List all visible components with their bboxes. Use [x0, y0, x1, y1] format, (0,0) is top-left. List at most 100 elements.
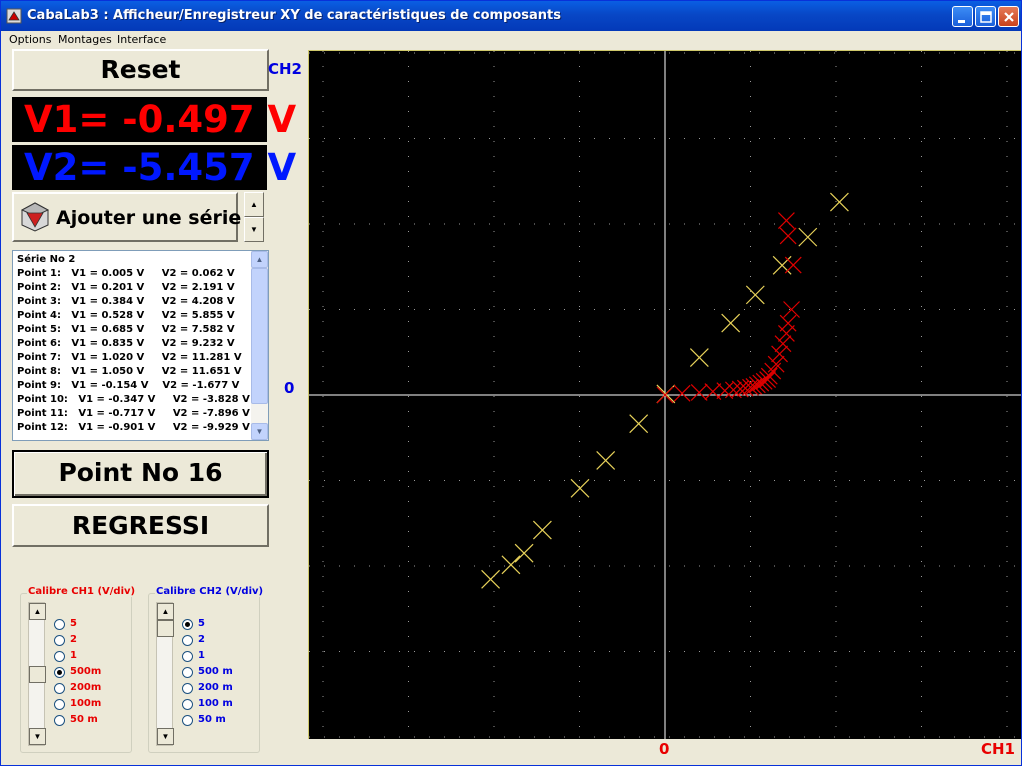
list-item: Point 9: V1 = -0.154 V V2 = -1.677 V — [17, 380, 240, 391]
menu-options[interactable]: Options — [9, 33, 51, 46]
calibre-ch1-title: Calibre CH1 (V/div) — [27, 586, 137, 597]
list-item: Point 1: V1 = 0.005 V V2 = 0.062 V — [17, 268, 235, 279]
spinner-down-button[interactable]: ▼ — [244, 217, 264, 242]
radio-label: 100 m — [198, 698, 233, 709]
data-point-marker — [779, 227, 797, 245]
radio-button-icon[interactable] — [182, 715, 193, 726]
radio-button-icon[interactable] — [54, 699, 65, 710]
calibre-ch1-scrollbar[interactable]: ▲ ▼ — [28, 602, 46, 746]
data-point-marker — [829, 192, 849, 212]
scroll-down-arrow-icon[interactable]: ▼ — [251, 423, 268, 440]
radio-button-icon[interactable] — [54, 651, 65, 662]
add-series-label: Ajouter une série — [56, 207, 242, 229]
close-icon — [1004, 12, 1014, 22]
app-icon — [6, 8, 22, 24]
data-point-marker — [774, 335, 792, 353]
menu-montages[interactable]: Montages — [58, 33, 112, 46]
radio-button-icon[interactable] — [182, 683, 193, 694]
list-scrollbar[interactable]: ▲ ▼ — [251, 251, 268, 440]
radio-button-icon[interactable] — [182, 667, 193, 678]
radio-button-icon[interactable] — [182, 635, 193, 646]
scroll-down-arrow-icon[interactable]: ▼ — [29, 728, 46, 745]
data-point-marker — [481, 569, 501, 589]
radio-label: 100m — [70, 698, 102, 709]
calibre-ch2-scrollbar[interactable]: ▲ ▼ — [156, 602, 174, 746]
calibre-ch2-title: Calibre CH2 (V/div) — [155, 586, 265, 597]
radio-button-icon[interactable] — [54, 683, 65, 694]
series-lines: Série No 2 Point 1: V1 = 0.005 V V2 = 0.0… — [17, 253, 250, 435]
data-point-marker — [798, 227, 818, 247]
close-button[interactable] — [998, 6, 1019, 27]
scroll-up-arrow-icon[interactable]: ▲ — [29, 603, 46, 620]
v1-readout: V1= -0.497 V — [12, 97, 296, 142]
data-point-marker — [570, 478, 590, 498]
v2-readout: V2= -5.457 V — [12, 145, 296, 190]
scroll-up-arrow-icon[interactable]: ▲ — [251, 251, 268, 268]
regressi-button[interactable]: REGRESSI — [12, 504, 269, 547]
scroll-down-arrow-icon[interactable]: ▼ — [157, 728, 174, 745]
radio-label: 200m — [70, 682, 102, 693]
list-item: Point 5: V1 = 0.685 V V2 = 7.582 V — [17, 324, 235, 335]
data-point-marker — [764, 362, 782, 380]
radio-button-icon[interactable] — [54, 715, 65, 726]
data-point-marker — [673, 384, 691, 402]
maximize-button[interactable] — [975, 6, 996, 27]
maximize-icon — [980, 11, 992, 23]
radio-button-icon[interactable] — [182, 651, 193, 662]
xy-plot[interactable] — [308, 50, 1021, 739]
list-item: Point 7: V1 = 1.020 V V2 = 11.281 V — [17, 352, 242, 363]
data-point-marker — [772, 255, 792, 275]
list-item: Point 12: V1 = -0.901 V V2 = -9.929 V — [17, 422, 250, 433]
data-point-marker — [783, 301, 800, 318]
menu-bar: Options Montages Interface — [1, 31, 1021, 48]
ch2-axis-label: CH2 — [268, 60, 302, 78]
data-point-marker — [716, 382, 734, 400]
minimize-icon — [958, 20, 965, 23]
title-bar[interactable]: CabaLab3 : Afficheur/Enregistreur XY de … — [1, 1, 1021, 31]
scroll-thumb[interactable] — [251, 268, 268, 404]
list-item: Point 11: V1 = -0.717 V V2 = -7.896 V — [17, 408, 250, 419]
radio-label: 2 — [70, 634, 77, 645]
radio-label: 5 — [198, 618, 205, 629]
scroll-up-arrow-icon[interactable]: ▲ — [157, 603, 174, 620]
radio-label: 50 m — [70, 714, 98, 725]
list-item: Point 10: V1 = -0.347 V V2 = -3.828 V — [17, 394, 250, 405]
list-item: Point 2: V1 = 0.201 V V2 = 2.191 V — [17, 282, 235, 293]
radio-button-icon[interactable] — [54, 619, 65, 630]
radio-button-icon[interactable] — [182, 699, 193, 710]
add-series-button[interactable]: Ajouter une série — [12, 192, 242, 242]
radio-label: 50 m — [198, 714, 226, 725]
menu-interface[interactable]: Interface — [117, 33, 166, 46]
data-point-marker — [532, 520, 552, 540]
radio-button-icon[interactable] — [182, 619, 193, 630]
series-points-list[interactable]: Série No 2 Point 1: V1 = 0.005 V V2 = 0.0… — [12, 250, 269, 441]
spinner-up-button[interactable]: ▲ — [244, 192, 264, 217]
xy-plot-svg — [309, 51, 1021, 739]
data-point-marker — [721, 313, 741, 333]
data-point-marker — [501, 555, 521, 575]
radio-button-icon[interactable] — [54, 635, 65, 646]
list-item: Point 4: V1 = 0.528 V V2 = 5.855 V — [17, 310, 235, 321]
data-point-marker — [771, 345, 788, 363]
list-item: Point 6: V1 = 0.835 V V2 = 9.232 V — [17, 338, 235, 349]
calibre-ch1-group: Calibre CH1 (V/div) ▲ ▼ 5 2 1 500m 200m 100m 5… — [20, 586, 137, 753]
radio-label: 1 — [198, 650, 205, 661]
add-series-icon — [20, 202, 50, 232]
radio-button-icon[interactable] — [54, 667, 65, 678]
point-number-button[interactable]: Point No 16 — [12, 450, 269, 498]
reset-button[interactable]: Reset — [12, 49, 269, 91]
list-item: Point 8: V1 = 1.050 V V2 = 11.651 V — [17, 366, 242, 377]
calibre-ch2-thumb[interactable] — [157, 620, 174, 637]
radio-label: 500 m — [198, 666, 233, 677]
calibre-ch2-group: Calibre CH2 (V/div) ▲ ▼ 5 2 1 500 m 200 m 100… — [148, 586, 265, 753]
y-zero-label: 0 — [284, 379, 295, 397]
app-window: CabaLab3 : Afficheur/Enregistreur XY de … — [0, 0, 1022, 766]
radio-label: 2 — [198, 634, 205, 645]
data-point-marker — [689, 348, 709, 367]
radio-label: 5 — [70, 618, 77, 629]
minimize-button[interactable] — [952, 6, 973, 27]
ch1-axis-label: CH1 — [981, 740, 1015, 758]
calibre-ch1-thumb[interactable] — [29, 666, 46, 683]
x-zero-label: 0 — [659, 740, 670, 758]
radio-label: 1 — [70, 650, 77, 661]
